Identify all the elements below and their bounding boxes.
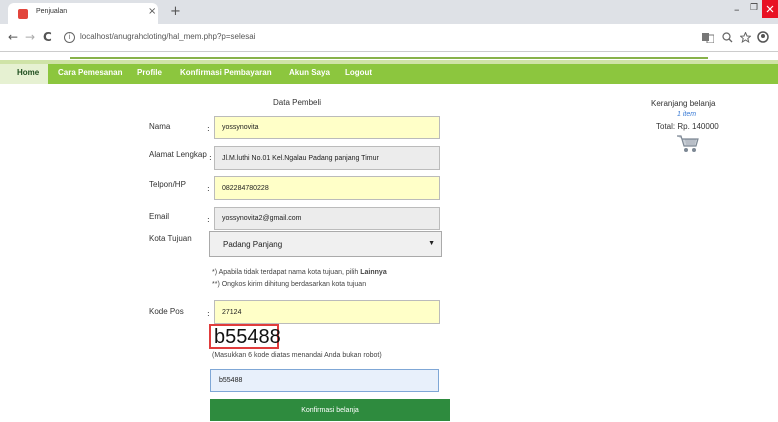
bookmark-star-icon[interactable] bbox=[740, 32, 751, 43]
captcha-input[interactable]: b55488 bbox=[210, 369, 439, 392]
nav-konfirmasi-pembayaran[interactable]: Konfirmasi Pembayaran bbox=[180, 68, 272, 77]
nav-cara-pemesanan[interactable]: Cara Pemesanan bbox=[58, 68, 122, 77]
header-divider bbox=[70, 57, 708, 59]
dropdown-arrow-icon: ▼ bbox=[428, 240, 435, 247]
forward-button[interactable]: → bbox=[25, 30, 35, 44]
city-note: *) Apabila tidak terdapat nama kota tuju… bbox=[212, 269, 387, 276]
kota-selected-value: Padang Panjang bbox=[223, 239, 283, 249]
reload-button[interactable]: C bbox=[43, 30, 52, 44]
tab-close-icon[interactable]: × bbox=[148, 6, 156, 17]
address-bar[interactable]: localhost/anugrahcloting/hal_mem.php?p=s… bbox=[80, 32, 255, 41]
main-nav: Home Cara Pemesanan Profile Konfirmasi P… bbox=[0, 64, 778, 84]
favicon-icon bbox=[18, 9, 28, 19]
back-button[interactable]: ← bbox=[8, 30, 18, 44]
alamat-colon: : bbox=[209, 153, 212, 162]
close-icon bbox=[766, 5, 774, 13]
email-label: Email bbox=[149, 212, 170, 221]
telpon-label: Telpon/HP bbox=[149, 180, 186, 189]
shopping-cart-icon[interactable] bbox=[676, 134, 700, 154]
email-field[interactable]: yossynovita2@gmail.com bbox=[214, 207, 440, 230]
captcha-hint: (Masukkan 6 kode diatas menandai Anda bu… bbox=[212, 352, 382, 359]
nav-akun-saya[interactable]: Akun Saya bbox=[289, 68, 330, 77]
alamat-field[interactable]: Jl.M.luthi No.01 Kel.Ngalau Padang panja… bbox=[214, 146, 440, 170]
telpon-field[interactable]: 082284780228 bbox=[214, 176, 440, 200]
translate-icon[interactable] bbox=[702, 33, 714, 43]
telpon-colon: : bbox=[207, 184, 210, 193]
kodepos-field[interactable]: 27124 bbox=[214, 300, 440, 324]
email-colon: : bbox=[207, 215, 210, 224]
cart-total: Total: Rp. 140000 bbox=[656, 122, 719, 131]
browser-tab[interactable]: Penjualan × bbox=[8, 3, 158, 24]
kodepos-colon: : bbox=[207, 309, 210, 318]
captcha-image: b55488 bbox=[209, 324, 281, 349]
nama-field[interactable]: yossynovita bbox=[214, 116, 440, 139]
cart-item-count[interactable]: 1 item bbox=[677, 111, 696, 118]
city-note-bold: Lainnya bbox=[360, 269, 387, 276]
info-icon[interactable]: i bbox=[64, 32, 75, 43]
confirm-order-button[interactable]: Konfirmasi belanja bbox=[210, 399, 450, 421]
captcha-code: b55488 bbox=[214, 326, 281, 348]
browser-tab-bar: Penjualan × + – ❐ bbox=[0, 0, 778, 24]
nav-logout[interactable]: Logout bbox=[345, 68, 372, 77]
nav-profile[interactable]: Profile bbox=[137, 68, 162, 77]
nama-label: Nama bbox=[149, 122, 171, 131]
maximize-button[interactable]: ❐ bbox=[750, 3, 758, 13]
kodepos-label: Kode Pos bbox=[149, 307, 184, 316]
new-tab-button[interactable]: + bbox=[170, 4, 181, 19]
kota-select[interactable]: Padang Panjang ▼ bbox=[209, 231, 442, 257]
nav-home[interactable]: Home bbox=[0, 64, 48, 84]
form-title: Data Pembeli bbox=[273, 98, 322, 107]
cart-title: Keranjang belanja bbox=[651, 99, 716, 108]
minimize-button[interactable]: – bbox=[734, 3, 740, 16]
alamat-label: Alamat Lengkap bbox=[149, 150, 207, 159]
nav-home-label: Home bbox=[17, 68, 40, 77]
window-close-button[interactable] bbox=[762, 0, 778, 18]
profile-icon[interactable] bbox=[757, 31, 769, 43]
tab-title: Penjualan bbox=[36, 8, 68, 15]
zoom-icon[interactable] bbox=[722, 32, 733, 43]
browser-toolbar: ← → C i localhost/anugrahcloting/hal_mem… bbox=[0, 24, 778, 52]
kota-label: Kota Tujuan bbox=[149, 234, 192, 243]
shipping-note: **) Ongkos kirim dihitung berdasarkan ko… bbox=[212, 281, 367, 288]
city-note-text: *) Apabila tidak terdapat nama kota tuju… bbox=[212, 269, 361, 276]
nama-colon: : bbox=[207, 124, 210, 133]
